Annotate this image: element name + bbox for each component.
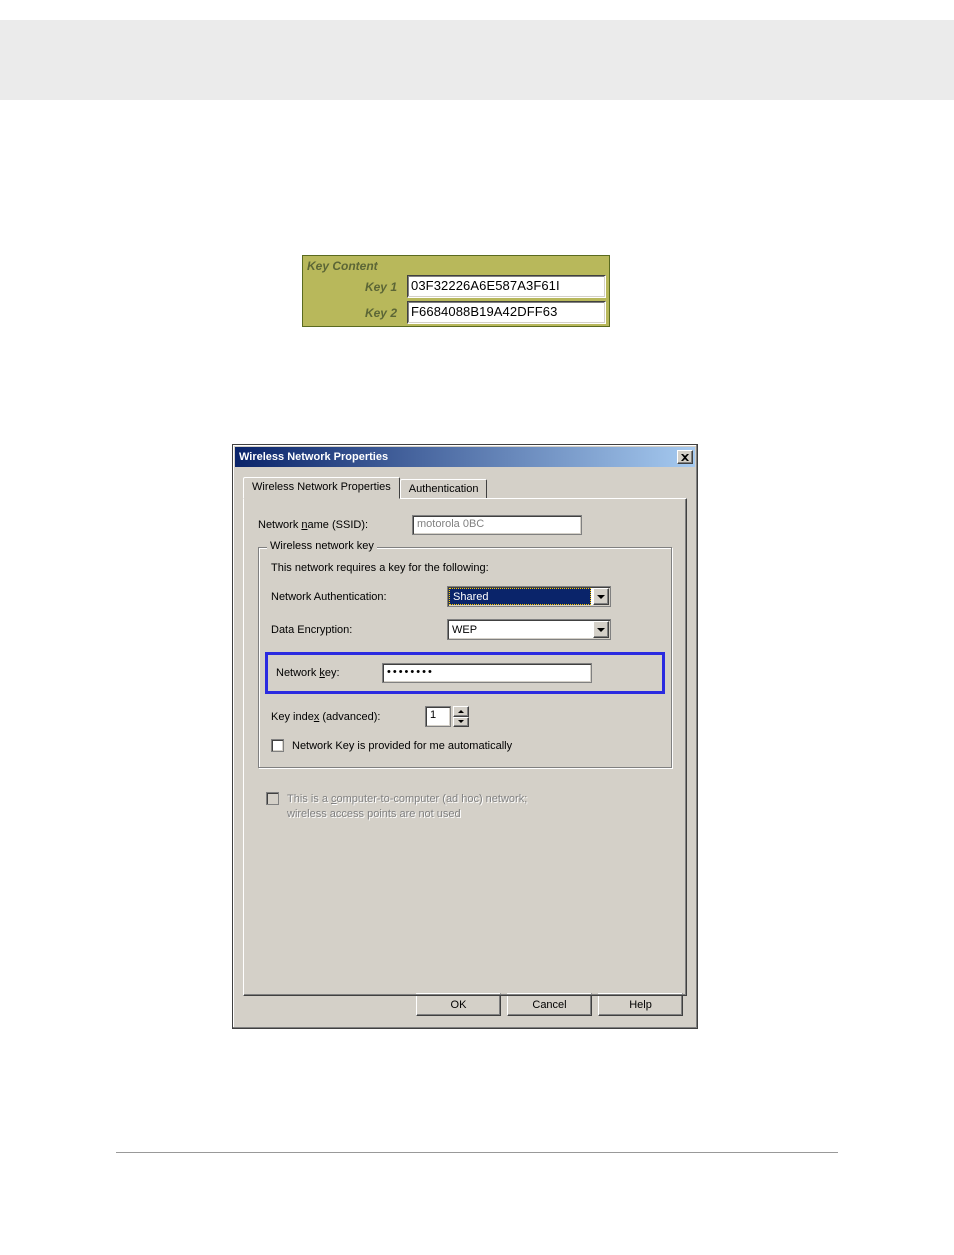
- ssid-input: motorola 0BC: [412, 515, 582, 535]
- group-info: This network requires a key for the foll…: [271, 562, 659, 574]
- adhoc-label: This is a computer-to-computer (ad hoc) …: [287, 792, 527, 821]
- spinner-down-icon[interactable]: [453, 717, 469, 728]
- tab-wireless-properties[interactable]: Wireless Network Properties: [243, 477, 400, 499]
- chevron-down-icon[interactable]: [593, 588, 609, 605]
- key2-value[interactable]: F6684088B19A42DFF63: [407, 301, 606, 324]
- auto-key-checkbox[interactable]: [271, 739, 284, 752]
- key-index-spinner[interactable]: 1: [425, 706, 469, 727]
- key1-label: Key 1: [303, 280, 407, 294]
- spinner-up-icon[interactable]: [453, 706, 469, 717]
- network-key-row: Network key: ••••••••: [265, 652, 665, 694]
- key-content-table: Key Content Key 1 03F32226A6E587A3F61I K…: [302, 255, 610, 327]
- close-icon: [681, 454, 689, 461]
- group-title: Wireless network key: [267, 540, 377, 552]
- auto-key-label: Network Key is provided for me automatic…: [292, 739, 512, 753]
- dialog-buttons: OK Cancel Help: [416, 993, 683, 1016]
- footer-rule: [116, 1152, 838, 1153]
- wireless-key-group: Wireless network key This network requir…: [258, 547, 672, 768]
- key2-label: Key 2: [303, 306, 407, 320]
- key-row-2: Key 2 F6684088B19A42DFF63: [303, 300, 609, 326]
- auth-combo-value: Shared: [449, 588, 591, 605]
- ssid-label: Network name (SSID):: [258, 519, 412, 531]
- page-header-band: [0, 20, 954, 100]
- dialog-title: Wireless Network Properties: [239, 451, 388, 463]
- network-key-label: Network key:: [276, 667, 382, 679]
- enc-combo-value: WEP: [448, 620, 592, 639]
- key-row-1: Key 1 03F32226A6E587A3F61I: [303, 274, 609, 300]
- key-index-value[interactable]: 1: [425, 706, 451, 727]
- tab-authentication[interactable]: Authentication: [400, 479, 488, 498]
- ok-button[interactable]: OK: [416, 993, 501, 1016]
- network-key-input[interactable]: ••••••••: [382, 663, 592, 683]
- adhoc-row: This is a computer-to-computer (ad hoc) …: [266, 792, 664, 821]
- auto-key-row: Network Key is provided for me automatic…: [271, 739, 659, 753]
- key1-value[interactable]: 03F32226A6E587A3F61I: [407, 275, 606, 298]
- enc-label: Data Encryption:: [271, 624, 447, 636]
- tab-panel: Network name (SSID): motorola 0BC Wirele…: [243, 498, 687, 996]
- auth-combo[interactable]: Shared: [447, 586, 611, 607]
- key-content-header: Key Content: [303, 256, 407, 274]
- wireless-properties-dialog: Wireless Network Properties Wireless Net…: [232, 444, 698, 1029]
- key-index-label: Key index (advanced):: [271, 711, 425, 723]
- tab-strip: Wireless Network Properties Authenticati…: [243, 477, 687, 498]
- auth-label: Network Authentication:: [271, 591, 447, 603]
- dialog-titlebar[interactable]: Wireless Network Properties: [235, 447, 695, 467]
- cancel-button[interactable]: Cancel: [507, 993, 592, 1016]
- help-button[interactable]: Help: [598, 993, 683, 1016]
- close-button[interactable]: [677, 450, 693, 464]
- adhoc-checkbox: [266, 792, 279, 805]
- enc-combo[interactable]: WEP: [447, 619, 611, 640]
- chevron-down-icon[interactable]: [593, 621, 609, 638]
